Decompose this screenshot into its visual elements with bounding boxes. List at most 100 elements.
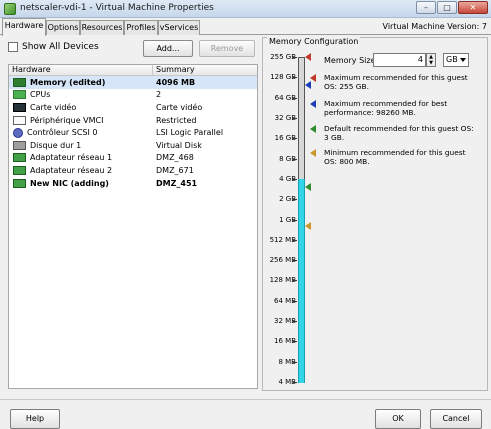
memory-unit-value: GB: [446, 55, 458, 64]
memory-scale-label: 128 MB: [269, 276, 296, 285]
column-header-summary[interactable]: Summary: [153, 65, 195, 75]
memory-scale-tick: [293, 77, 297, 79]
memory-scale-label: 256 MB: [269, 256, 296, 265]
memory-scale-tick: [293, 158, 297, 160]
memory-scale-label: 8 MB: [278, 357, 296, 366]
hardware-row[interactable]: Adaptateur réseau 2 DMZ_671: [9, 164, 257, 177]
hardware-summary: DMZ_671: [156, 165, 194, 175]
tab-hardware[interactable]: Hardware: [2, 18, 46, 36]
checkbox-box[interactable]: [8, 42, 18, 52]
hardware-summary: Carte vidéo: [156, 102, 203, 112]
memory-scale-tick: [293, 239, 297, 241]
hardware-pane: Show All Devices Add... Remove Hardware …: [4, 37, 258, 389]
tab-options[interactable]: Options: [46, 20, 80, 35]
memory-scale-label: 512 MB: [269, 235, 296, 244]
memory-scale-label: 16 MB: [274, 337, 296, 346]
legend-item: Default recommended for this guest OS: 3…: [310, 124, 479, 142]
hardware-row[interactable]: Carte vidéo Carte vidéo: [9, 101, 257, 114]
hardware-row[interactable]: Adaptateur réseau 1 DMZ_468: [9, 152, 257, 165]
hardware-summary: Virtual Disk: [156, 140, 202, 150]
remove-hardware-button[interactable]: Remove: [199, 40, 255, 57]
hardware-row[interactable]: Périphérique VMCI Restricted: [9, 114, 257, 127]
add-hardware-button[interactable]: Add...: [143, 40, 193, 57]
hardware-name: Adaptateur réseau 1: [30, 153, 113, 163]
memory-size-input[interactable]: 4: [373, 53, 426, 67]
recommendation-marker: [305, 53, 311, 61]
ok-button[interactable]: OK: [375, 409, 421, 429]
memory-scale-tick: [293, 260, 297, 262]
hard-disk-icon: [13, 140, 26, 150]
memory-scale-label: 32 GB: [274, 113, 296, 122]
hardware-name: CPUs: [30, 90, 51, 100]
video-card-icon: [13, 102, 26, 112]
hardware-rows: Memory (edited) 4096 MB CPUs 2 Carte vidéo Ca…: [9, 76, 257, 189]
help-button[interactable]: Help: [10, 409, 60, 429]
hardware-row[interactable]: CPUs 2: [9, 89, 257, 102]
memory-scale-tick: [293, 219, 297, 221]
memory-scale-tick: [293, 300, 297, 302]
cancel-button[interactable]: Cancel: [430, 409, 482, 429]
memory-scale-label: 8 GB: [279, 154, 296, 163]
hardware-summary: Restricted: [156, 115, 197, 125]
chevron-down-icon: [460, 58, 466, 62]
memory-configuration-title: Memory Configuration: [267, 37, 361, 46]
memory-slider-fill[interactable]: [298, 178, 305, 383]
recommendation-marker: [305, 221, 311, 230]
network-adapter-icon: [13, 178, 26, 188]
memory-scale-tick: [293, 321, 297, 323]
window-controls: – □ ✕: [416, 1, 488, 14]
hardware-summary: 4096 MB: [156, 77, 196, 87]
memory-scale-tick: [293, 178, 297, 180]
memory-scale-tick: [293, 361, 297, 363]
legend-text: Minimum recommended for this guest OS: 8…: [324, 148, 466, 166]
memory-scale-tick: [293, 138, 297, 140]
memory-scale-tick: [293, 382, 297, 383]
tab-vservices[interactable]: vServices: [158, 20, 200, 35]
hardware-name: Périphérique VMCI: [30, 115, 104, 125]
hardware-row[interactable]: New NIC (adding) DMZ_451: [9, 177, 257, 190]
maximize-button[interactable]: □: [437, 1, 457, 14]
memory-size-label: Memory Size:: [324, 56, 379, 65]
column-header-hardware[interactable]: Hardware: [9, 65, 153, 75]
legend-text: Maximum recommended for best performance…: [324, 99, 448, 117]
hardware-row[interactable]: Contrôleur SCSI 0 LSI Logic Parallel: [9, 126, 257, 139]
tab-resources[interactable]: Resources: [80, 20, 124, 35]
memory-size-spinner[interactable]: ▲ ▼: [426, 53, 436, 67]
memory-scale-label: 128 GB: [270, 73, 296, 82]
triangle-marker-icon: [310, 74, 316, 82]
memory-scale-label: 1 GB: [279, 215, 296, 224]
minimize-button[interactable]: –: [416, 1, 436, 14]
memory-scale-tick: [293, 97, 297, 99]
hardware-table-header: Hardware Summary: [9, 65, 257, 76]
legend-item: Maximum recommended for best performance…: [310, 99, 479, 117]
show-all-devices-checkbox[interactable]: Show All Devices: [8, 42, 99, 52]
memory-scale-label: 16 GB: [274, 134, 296, 143]
hardware-name-cell: Adaptateur réseau 1: [9, 153, 153, 163]
hardware-name-cell: CPUs: [9, 90, 153, 100]
recommendation-marker: [305, 81, 311, 90]
hardware-name: Disque dur 1: [30, 140, 82, 150]
hardware-summary: 2: [156, 90, 162, 100]
memory-scale-label: 64 GB: [274, 93, 296, 102]
hardware-name-cell: Périphérique VMCI: [9, 115, 153, 125]
memory-unit-select[interactable]: GB: [443, 53, 469, 67]
recommendation-marker: [305, 183, 311, 191]
hardware-row[interactable]: Memory (edited) 4096 MB: [9, 76, 257, 89]
hardware-name-cell: New NIC (adding): [9, 178, 153, 188]
legend-item: Maximum recommended for this guest OS: 2…: [310, 73, 479, 91]
tab-profiles[interactable]: Profiles: [124, 20, 158, 35]
legend-text: Maximum recommended for this guest OS: 2…: [324, 73, 468, 91]
network-adapter-icon: [13, 153, 26, 163]
hardware-summary: DMZ_468: [156, 153, 194, 163]
memory-icon: [13, 77, 26, 87]
scsi-controller-icon: [13, 127, 23, 138]
hardware-row[interactable]: Disque dur 1 Virtual Disk: [9, 139, 257, 152]
memory-scale-tick: [293, 280, 297, 282]
legend-item: Minimum recommended for this guest OS: 8…: [310, 148, 479, 166]
hardware-summary: LSI Logic Parallel: [156, 128, 224, 138]
hardware-name: Carte vidéo: [30, 102, 77, 112]
hardware-name-cell: Carte vidéo: [9, 102, 153, 112]
close-button[interactable]: ✕: [458, 1, 488, 14]
memory-scale-label: 32 MB: [274, 317, 296, 326]
memory-scale-tick: [293, 57, 297, 58]
